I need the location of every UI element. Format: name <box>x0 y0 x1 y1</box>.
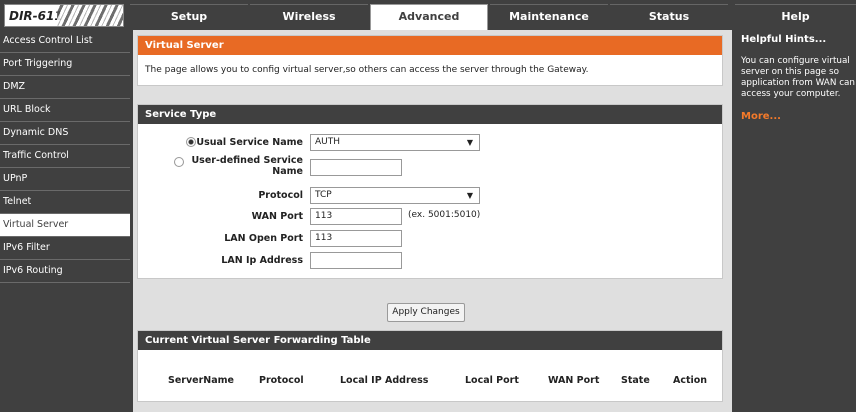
sidebar-item-telnet[interactable]: Telnet <box>0 191 130 214</box>
help-body: You can configure virtual server on this… <box>741 56 856 99</box>
top-navigation-bar: DIR-611 Setup Wireless Advanced Maintena… <box>0 0 856 30</box>
user-defined-service-radio[interactable] <box>174 157 184 167</box>
forwarding-table-section: Current Virtual Server Forwarding Table … <box>137 330 723 402</box>
virtual-server-title: Virtual Server <box>138 36 722 55</box>
tab-wireless[interactable]: Wireless <box>250 4 368 29</box>
lan-open-port-label: LAN Open Port <box>224 233 303 244</box>
apply-changes-button[interactable]: Apply Changes <box>387 303 465 322</box>
protocol-label: Protocol <box>258 190 303 201</box>
user-defined-service-row: User-defined Service Name <box>138 153 724 183</box>
column-header-local-port: Local Port <box>465 375 519 386</box>
protocol-select[interactable]: TCP ▼ <box>310 187 480 204</box>
column-header-local-ip: Local IP Address <box>340 375 429 386</box>
help-title: Helpful Hints... <box>741 34 827 45</box>
wan-port-hint: (ex. 5001:5010) <box>408 210 481 220</box>
user-defined-service-label-line1: User-defined Service <box>191 155 303 166</box>
logo-stripes <box>57 5 123 26</box>
tab-setup[interactable]: Setup <box>130 4 248 29</box>
sidebar-item-ipv6-routing[interactable]: IPv6 Routing <box>0 260 130 283</box>
sidebar-item-url-block[interactable]: URL Block <box>0 99 130 122</box>
wan-port-input[interactable]: 113 <box>310 208 402 225</box>
tab-status[interactable]: Status <box>610 4 728 29</box>
service-type-section: Service Type Usual Service Name AUTH ▼ U… <box>137 104 723 279</box>
protocol-row: Protocol TCP ▼ <box>138 186 724 206</box>
lan-ip-label: LAN Ip Address <box>221 255 303 266</box>
user-defined-service-input[interactable] <box>310 159 402 176</box>
user-defined-service-label-line2: Name <box>272 166 303 177</box>
column-header-protocol: Protocol <box>259 375 304 386</box>
tab-help[interactable]: Help <box>735 4 856 29</box>
sidebar-item-dmz[interactable]: DMZ <box>0 76 130 99</box>
help-more-link[interactable]: More... <box>741 111 856 122</box>
lan-open-port-input[interactable]: 113 <box>310 230 402 247</box>
dropdown-arrow-icon: ▼ <box>466 191 473 200</box>
tab-maintenance[interactable]: Maintenance <box>490 4 608 29</box>
sidebar-item-dynamic-dns[interactable]: Dynamic DNS <box>0 122 130 145</box>
model-name: DIR-611 <box>9 9 63 23</box>
sidebar-item-virtual-server[interactable]: Virtual Server <box>0 214 130 237</box>
usual-service-row: Usual Service Name AUTH ▼ <box>138 133 724 153</box>
sidebar-item-access-control-list[interactable]: Access Control List <box>0 30 130 53</box>
usual-service-select[interactable]: AUTH ▼ <box>310 134 480 151</box>
wan-port-label: WAN Port <box>251 211 303 222</box>
protocol-value: TCP <box>315 190 332 200</box>
column-header-wan-port: WAN Port <box>548 375 600 386</box>
column-header-action: Action <box>673 375 708 386</box>
sidebar-item-upnp[interactable]: UPnP <box>0 168 130 191</box>
dlink-logo: DIR-611 <box>4 4 124 27</box>
forwarding-table-title: Current Virtual Server Forwarding Table <box>138 331 722 350</box>
lan-ip-input[interactable] <box>310 252 402 269</box>
virtual-server-section: Virtual Server The page allows you to co… <box>137 35 723 86</box>
service-type-title: Service Type <box>138 105 722 124</box>
dropdown-arrow-icon: ▼ <box>466 138 473 147</box>
wan-port-row: WAN Port 113 (ex. 5001:5010) <box>138 207 724 227</box>
column-header-state: State <box>621 375 650 386</box>
tab-advanced[interactable]: Advanced <box>370 4 488 30</box>
usual-service-label: Usual Service Name <box>196 137 303 148</box>
help-panel: Helpful Hints... You can configure virtu… <box>737 30 856 412</box>
sidebar-item-traffic-control[interactable]: Traffic Control <box>0 145 130 168</box>
sidebar-item-ipv6-filter[interactable]: IPv6 Filter <box>0 237 130 260</box>
column-header-servername: ServerName <box>168 375 234 386</box>
usual-service-radio[interactable] <box>186 137 196 147</box>
sidebar-item-port-triggering[interactable]: Port Triggering <box>0 53 130 76</box>
lan-ip-row: LAN Ip Address <box>138 251 724 271</box>
usual-service-value: AUTH <box>315 137 341 147</box>
lan-open-port-row: LAN Open Port 113 <box>138 229 724 249</box>
sidebar: Access Control List Port Triggering DMZ … <box>0 30 130 412</box>
main-content: Virtual Server The page allows you to co… <box>133 30 732 412</box>
virtual-server-description: The page allows you to config virtual se… <box>145 65 589 75</box>
